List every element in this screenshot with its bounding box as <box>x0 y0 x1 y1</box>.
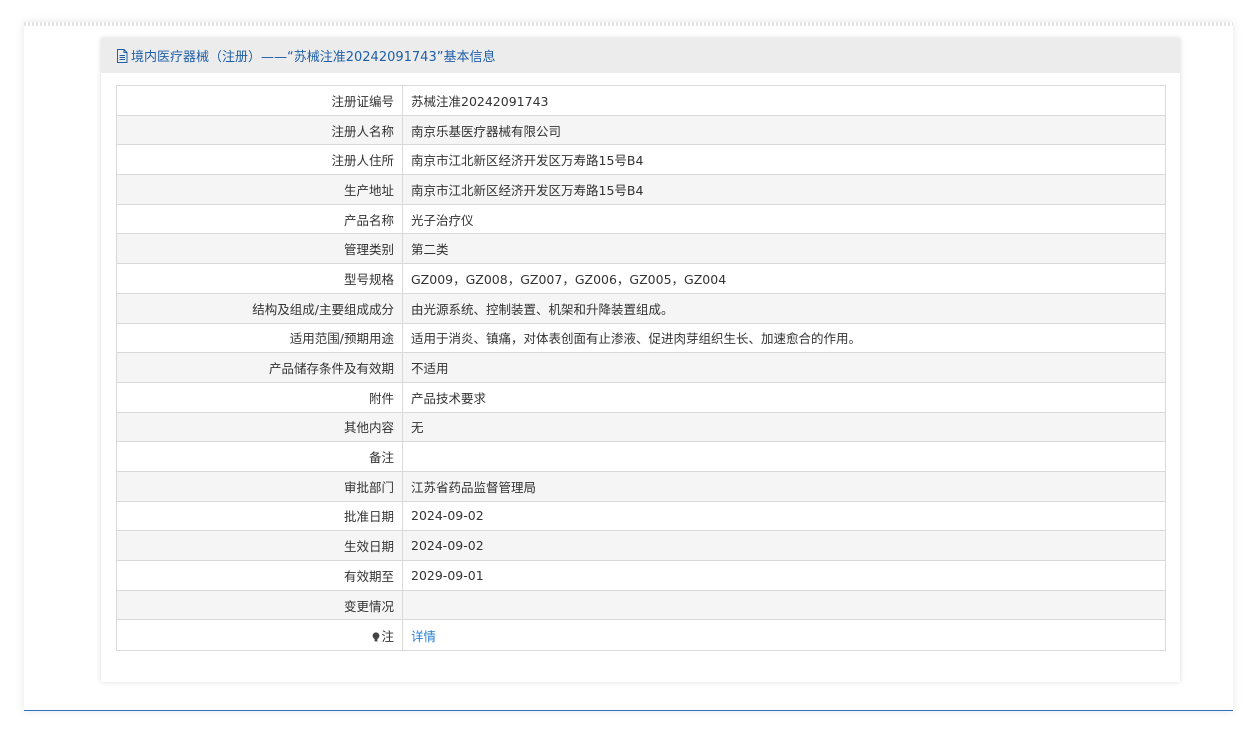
row-value: 适用于消炎、镇痛，对体表创面有止渗液、促进肉芽组织生长、加速愈合的作用。 <box>402 322 1166 354</box>
note-value-cell: 详情 <box>402 619 1166 652</box>
note-label: 注 <box>381 628 394 644</box>
row-value: 南京乐基医疗器械有限公司 <box>402 114 1166 146</box>
table-row: 适用范围/预期用途 适用于消炎、镇痛，对体表创面有止渗液、促进肉芽组织生长、加速… <box>116 322 1166 354</box>
table-row: 管理类别 第二类 <box>116 233 1166 265</box>
table-row: 注册证编号 苏械注准20242091743 <box>116 85 1166 116</box>
info-table: 注册证编号 苏械注准20242091743 注册人名称 南京乐基医疗器械有限公司… <box>116 85 1166 652</box>
row-value: 苏械注准20242091743 <box>402 85 1166 116</box>
row-label: 批准日期 <box>116 500 403 532</box>
table-row: 生产地址 南京市江北新区经济开发区万寿路15号B4 <box>116 174 1166 205</box>
detail-link[interactable]: 详情 <box>411 629 436 644</box>
document-icon <box>116 48 128 63</box>
table-row: 生效日期 2024-09-02 <box>116 530 1166 561</box>
page-title: 境内医疗器械（注册）——“苏械注准20242091743”基本信息 <box>131 50 496 65</box>
row-value: 南京市江北新区经济开发区万寿路15号B4 <box>402 144 1166 176</box>
row-label: 结构及组成/主要组成成分 <box>116 292 403 324</box>
row-value: 第二类 <box>402 233 1166 265</box>
row-value <box>402 589 1166 621</box>
table-row: 备注 <box>116 441 1166 472</box>
row-label: 备注 <box>116 441 403 472</box>
page-container: 境内医疗器械（注册）——“苏械注准20242091743”基本信息 注册证编号 … <box>24 22 1233 711</box>
note-row: 注 详情 <box>116 619 1166 652</box>
row-value: 2024-09-02 <box>402 500 1166 532</box>
row-value: 江苏省药品监督管理局 <box>402 470 1166 502</box>
row-label: 附件 <box>116 381 403 413</box>
row-label: 其他内容 <box>116 411 403 443</box>
row-value: 不适用 <box>402 352 1166 383</box>
row-value: 南京市江北新区经济开发区万寿路15号B4 <box>402 174 1166 205</box>
table-row: 型号规格 GZ009，GZ008，GZ007，GZ006，GZ005，GZ004 <box>116 263 1166 294</box>
table-row: 注册人名称 南京乐基医疗器械有限公司 <box>116 114 1166 146</box>
info-panel: 境内医疗器械（注册）——“苏械注准20242091743”基本信息 注册证编号 … <box>101 38 1180 682</box>
table-row: 附件 产品技术要求 <box>116 381 1166 413</box>
row-value: 由光源系统、控制装置、机架和升降装置组成。 <box>402 292 1166 324</box>
top-stripe <box>24 22 1233 26</box>
table-row: 注册人住所 南京市江北新区经济开发区万寿路15号B4 <box>116 144 1166 176</box>
row-label: 注册人住所 <box>116 144 403 176</box>
table-row: 有效期至 2029-09-01 <box>116 560 1166 591</box>
row-value <box>402 441 1166 472</box>
row-label: 管理类别 <box>116 233 403 265</box>
note-label-cell: 注 <box>116 619 403 652</box>
row-value: 无 <box>402 411 1166 443</box>
row-label: 产品储存条件及有效期 <box>116 352 403 383</box>
row-label: 注册人名称 <box>116 114 403 146</box>
table-row: 审批部门 江苏省药品监督管理局 <box>116 470 1166 502</box>
row-label: 生效日期 <box>116 530 403 561</box>
table-row: 批准日期 2024-09-02 <box>116 500 1166 532</box>
row-label: 审批部门 <box>116 470 403 502</box>
table-row: 产品储存条件及有效期 不适用 <box>116 352 1166 383</box>
row-label: 注册证编号 <box>116 85 403 116</box>
panel-header: 境内医疗器械（注册）——“苏械注准20242091743”基本信息 <box>101 38 1180 73</box>
row-label: 有效期至 <box>116 560 403 591</box>
row-label: 产品名称 <box>116 203 403 235</box>
row-label: 适用范围/预期用途 <box>116 322 403 354</box>
row-value: GZ009，GZ008，GZ007，GZ006，GZ005，GZ004 <box>402 263 1166 294</box>
row-label: 型号规格 <box>116 263 403 294</box>
row-value: 光子治疗仪 <box>402 203 1166 235</box>
row-label: 变更情况 <box>116 589 403 621</box>
row-value: 2029-09-01 <box>402 560 1166 591</box>
row-label: 生产地址 <box>116 174 403 205</box>
table-row: 其他内容 无 <box>116 411 1166 443</box>
row-value: 产品技术要求 <box>402 381 1166 413</box>
table-row: 变更情况 <box>116 589 1166 621</box>
bulb-icon <box>372 630 380 642</box>
table-row: 结构及组成/主要组成成分 由光源系统、控制装置、机架和升降装置组成。 <box>116 292 1166 324</box>
table-row: 产品名称 光子治疗仪 <box>116 203 1166 235</box>
row-value: 2024-09-02 <box>402 530 1166 561</box>
